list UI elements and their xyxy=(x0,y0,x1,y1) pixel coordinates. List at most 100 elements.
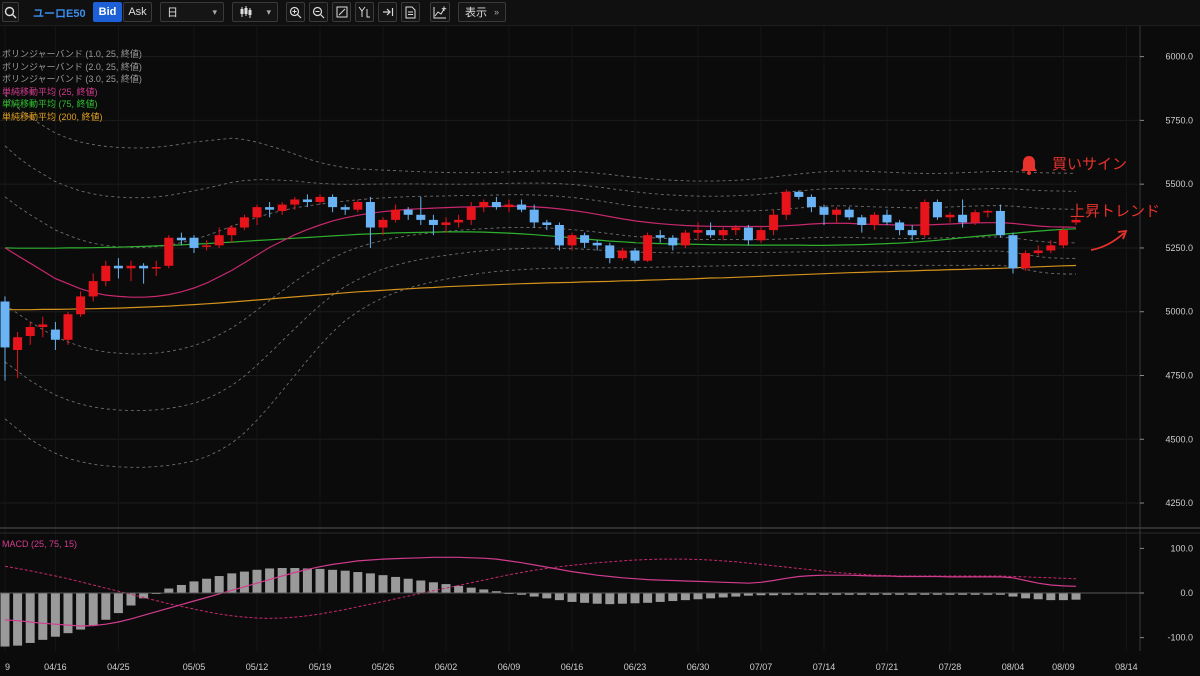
macd-histogram-bar xyxy=(718,593,728,598)
macd-histogram-bar xyxy=(706,593,716,599)
bid-button[interactable]: Bid xyxy=(93,2,122,22)
candle xyxy=(920,199,930,238)
candle-body xyxy=(806,196,816,208)
macd-histogram-bar xyxy=(76,593,86,630)
document-button[interactable] xyxy=(401,2,420,22)
legend-bb3[interactable]: ボリンジャーバンド (3.0, 25, 終値) xyxy=(2,73,142,86)
date-axis-label: 06/02 xyxy=(435,662,458,672)
candle-body xyxy=(983,210,993,213)
candle-body xyxy=(164,237,174,266)
candle xyxy=(643,232,653,262)
candle-body xyxy=(781,191,791,215)
indicator-legend: ボリンジャーバンド (1.0, 25, 終値) ボリンジャーバンド (2.0, … xyxy=(2,48,142,123)
document-icon xyxy=(405,6,416,18)
trend-arrow-icon xyxy=(1090,229,1128,251)
candle-body xyxy=(479,202,489,208)
y-axis-scale-button[interactable] xyxy=(355,2,374,22)
macd-histogram-bar xyxy=(1058,593,1068,601)
macd-histogram-bar xyxy=(340,570,350,593)
candle-body xyxy=(769,214,779,231)
candle-body xyxy=(504,204,514,208)
price-axis-label: 5750.0 xyxy=(1165,115,1193,125)
period-select[interactable]: 日 ▾ xyxy=(160,2,224,22)
symbol-label[interactable]: ユーロE50 xyxy=(33,5,86,21)
candle-body xyxy=(227,227,237,236)
legend-sma200[interactable]: 単純移動平均 (200, 終値) xyxy=(2,111,142,124)
candle-body xyxy=(239,217,249,228)
candle-body xyxy=(202,245,212,247)
chart-type-select[interactable]: ▾ xyxy=(232,2,278,22)
indicator-button[interactable] xyxy=(430,2,450,22)
macd-histogram-bar xyxy=(214,576,224,593)
macd-histogram-bar xyxy=(617,593,627,604)
indicator-add-icon xyxy=(433,6,447,18)
date-axis-label: 05/05 xyxy=(183,662,206,672)
candle-body xyxy=(189,237,199,248)
macd-histogram-bar xyxy=(643,593,653,603)
macd-histogram-bar xyxy=(202,578,212,593)
legend-sma75[interactable]: 単純移動平均 (75, 終値) xyxy=(2,98,142,111)
macd-axis-label: 0.0 xyxy=(1180,588,1193,598)
macd-histogram-bar xyxy=(466,587,476,593)
candle-body xyxy=(113,265,123,269)
fit-button[interactable] xyxy=(332,2,351,22)
macd-histogram-bar xyxy=(1071,593,1081,600)
bell-icon xyxy=(1021,156,1037,175)
y-scale-icon xyxy=(358,6,370,18)
macd-histogram-bar xyxy=(113,593,123,614)
macd-histogram-bar xyxy=(315,568,325,593)
date-axis-label: 08/04 xyxy=(1002,662,1025,672)
macd-histogram-bar xyxy=(731,593,741,597)
zoom-out-button[interactable] xyxy=(309,2,328,22)
arrow-right-bar-icon xyxy=(382,8,393,16)
candle-body xyxy=(151,267,161,269)
ask-button[interactable]: Ask xyxy=(123,2,152,22)
candle-body xyxy=(567,235,577,246)
macd-histogram-bar xyxy=(63,593,73,634)
display-menu-button[interactable]: 表示 » xyxy=(458,2,506,22)
date-axis-label: 08/09 xyxy=(1052,662,1075,672)
macd-legend[interactable]: MACD (25, 75, 15) xyxy=(2,539,77,549)
candle-body xyxy=(277,204,287,211)
candle-body xyxy=(819,207,829,215)
candle-body xyxy=(353,202,363,210)
candle-body xyxy=(38,324,48,328)
macd-histogram-bar xyxy=(403,578,413,593)
zoom-in-button[interactable] xyxy=(286,2,305,22)
toolbar: ユーロE50 Bid Ask 日 ▾ ▾ 表示 » xyxy=(0,0,1200,26)
candle-body xyxy=(63,314,73,340)
macd-histogram-bar xyxy=(25,593,35,643)
macd-histogram-bar xyxy=(50,593,60,637)
uptrend-annotation: 上昇トレンド xyxy=(1070,203,1161,220)
macd-histogram-bar xyxy=(529,593,539,597)
candle-body xyxy=(895,222,905,231)
date-axis-label: 05/19 xyxy=(309,662,332,672)
date-axis-label: 9 xyxy=(5,662,10,672)
macd-histogram-bar xyxy=(680,593,690,601)
macd-histogram-bar xyxy=(479,589,489,593)
macd-histogram-bar xyxy=(592,593,602,604)
candle-body xyxy=(466,207,476,220)
chevron-down-double-icon: » xyxy=(493,7,499,17)
jump-to-latest-button[interactable] xyxy=(378,2,397,22)
macd-histogram-bar xyxy=(605,593,615,605)
candle-body xyxy=(391,209,401,220)
legend-sma25[interactable]: 単純移動平均 (25, 終値) xyxy=(2,86,142,99)
search-button[interactable] xyxy=(2,2,19,22)
search-icon xyxy=(4,6,17,18)
legend-bb1[interactable]: ボリンジャーバンド (1.0, 25, 終値) xyxy=(2,48,142,61)
macd-histogram-bar xyxy=(554,593,564,601)
candle-body xyxy=(265,207,275,210)
macd-histogram-bar xyxy=(1021,593,1031,599)
candle-body xyxy=(869,214,879,225)
price-chart[interactable]: 4250.0 4500.0 4750.0 5000.0 5250.0 5500.0 5750… xyxy=(0,26,1200,676)
price-axis-label: 5500.0 xyxy=(1165,179,1193,189)
candle-body xyxy=(340,207,350,210)
candle-body xyxy=(454,219,464,223)
chevron-down-icon: ▾ xyxy=(212,6,217,17)
candle-body xyxy=(945,214,955,218)
macd-histogram-bar xyxy=(416,580,426,593)
macd-histogram-bar xyxy=(567,593,577,602)
candle-body xyxy=(832,209,842,215)
legend-bb2[interactable]: ボリンジャーバンド (2.0, 25, 終値) xyxy=(2,61,142,74)
